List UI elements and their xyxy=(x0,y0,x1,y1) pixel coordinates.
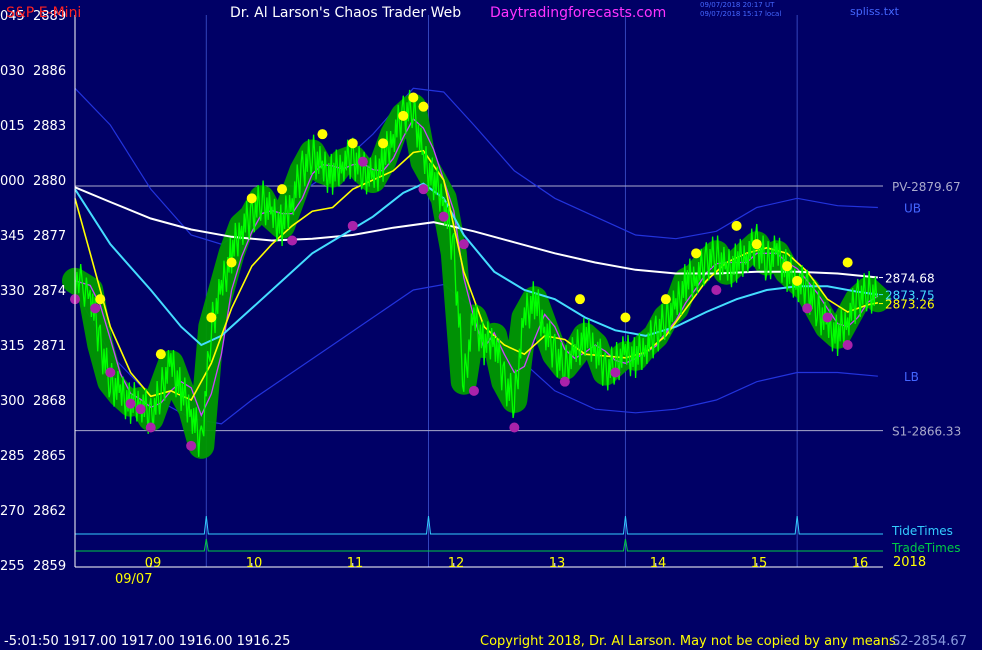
swing-low-dot xyxy=(610,367,621,378)
timestamp-local: 09/07/2018 15:17 local xyxy=(700,10,782,18)
swing-low-dot xyxy=(357,156,368,167)
y-tick-price: 2868 xyxy=(33,394,66,409)
swing-high-dot xyxy=(226,257,237,268)
y-tick-code: 000 xyxy=(0,174,25,189)
swing-high-dot xyxy=(751,239,762,250)
swing-high-dot xyxy=(782,261,793,272)
y-tick-price: 2862 xyxy=(33,504,66,519)
swing-low-dot xyxy=(135,404,146,415)
swing-low-dot xyxy=(802,303,813,314)
current-value-label: 2874.68 xyxy=(885,272,935,286)
y-tick-price: 2877 xyxy=(33,229,66,244)
swing-low-dot xyxy=(559,376,570,387)
swing-low-dot xyxy=(125,398,136,409)
y-tick-price: 2874 xyxy=(33,284,66,299)
timestamp-utc: 09/07/2018 20:17 UT xyxy=(700,1,775,9)
tide-times-label: TideTimes xyxy=(891,524,953,538)
y-tick-price: 2880 xyxy=(33,174,66,189)
band-label: LB xyxy=(904,370,919,384)
swing-high-dot xyxy=(660,294,671,305)
swing-high-dot xyxy=(418,101,429,112)
swing-high-dot xyxy=(792,275,803,286)
swing-high-dot xyxy=(398,110,409,121)
swing-low-dot xyxy=(347,220,358,231)
swing-low-dot xyxy=(711,285,722,295)
swing-high-dot xyxy=(691,248,702,259)
swing-high-dot xyxy=(206,312,217,323)
y-tick-code: 030 xyxy=(0,64,25,79)
y-tick-code: 255 xyxy=(0,559,25,574)
swing-high-dot xyxy=(277,184,288,195)
swing-low-dot xyxy=(145,422,156,433)
x-tick-label: 14 xyxy=(650,556,667,571)
swing-low-dot xyxy=(287,235,298,246)
date-label: 09/07 xyxy=(115,572,152,587)
level-label: S1-2866.33 xyxy=(892,425,961,439)
s2-level-label: S2-2854.67 xyxy=(892,634,967,649)
swing-low-dot xyxy=(458,239,469,250)
swing-high-dot xyxy=(378,138,389,149)
swing-low-dot xyxy=(509,422,520,433)
y-tick-price: 2883 xyxy=(33,119,66,134)
y-tick-price: 2886 xyxy=(33,64,66,79)
swing-low-dot xyxy=(418,184,429,195)
current-value-label: 2873.26 xyxy=(885,298,935,312)
swing-high-dot xyxy=(317,129,328,140)
x-tick-label: 11 xyxy=(347,556,364,571)
y-tick-code: 315 xyxy=(0,339,25,354)
swing-high-dot xyxy=(620,312,631,323)
band-label: UB xyxy=(904,202,921,216)
swing-high-dot xyxy=(731,220,742,231)
swing-high-dot xyxy=(95,294,106,305)
chart-title: Dr. Al Larson's Chaos Trader Web xyxy=(230,5,462,21)
swing-high-dot xyxy=(408,92,419,103)
y-tick-code: 270 xyxy=(0,504,25,519)
x-tick-label: 12 xyxy=(448,556,465,571)
data-file-name: spliss.txt xyxy=(850,5,899,18)
y-tick-price: 2871 xyxy=(33,339,66,354)
x-tick-label: 10 xyxy=(246,556,263,571)
y-tick-code: 015 xyxy=(0,119,25,134)
swing-low-dot xyxy=(105,367,116,378)
x-tick-label: 13 xyxy=(549,556,566,571)
swing-low-dot xyxy=(842,340,853,350)
year-label: 2018 xyxy=(893,555,926,570)
site-link[interactable]: Daytradingforecasts.com xyxy=(490,5,666,21)
instrument-title: S&P E-Mini xyxy=(6,5,82,21)
swing-low-dot xyxy=(90,303,101,314)
swing-low-dot xyxy=(468,385,479,396)
chart-canvas: TideTimesTradeTimes 045 2889030 2886015 288… xyxy=(0,0,982,650)
swing-low-dot xyxy=(186,440,197,451)
x-tick-label: 15 xyxy=(751,556,768,571)
swing-high-dot xyxy=(246,193,257,204)
copyright: Copyright 2018, Dr. Al Larson. May not b… xyxy=(480,634,900,649)
x-tick-label: 09 xyxy=(145,556,162,571)
y-tick-price: 2859 xyxy=(33,559,66,574)
swing-high-dot xyxy=(347,138,358,149)
x-tick-label: 16 xyxy=(852,556,869,571)
y-tick-code: 300 xyxy=(0,394,25,409)
trade-times-label: TradeTimes xyxy=(891,541,960,555)
swing-high-dot xyxy=(842,257,853,268)
y-tick-code: 330 xyxy=(0,284,25,299)
y-tick-code: 285 xyxy=(0,449,25,464)
y-tick-price: 2865 xyxy=(33,449,66,464)
swing-low-dot xyxy=(438,211,449,222)
swing-high-dot xyxy=(575,294,585,305)
swing-high-dot xyxy=(155,349,166,360)
level-label: PV-2879.67 xyxy=(892,180,961,194)
swing-low-dot xyxy=(822,312,833,323)
price-readout: -5:01:50 1917.00 1917.00 1916.00 1916.25 xyxy=(4,634,291,649)
y-tick-code: 345 xyxy=(0,229,25,244)
